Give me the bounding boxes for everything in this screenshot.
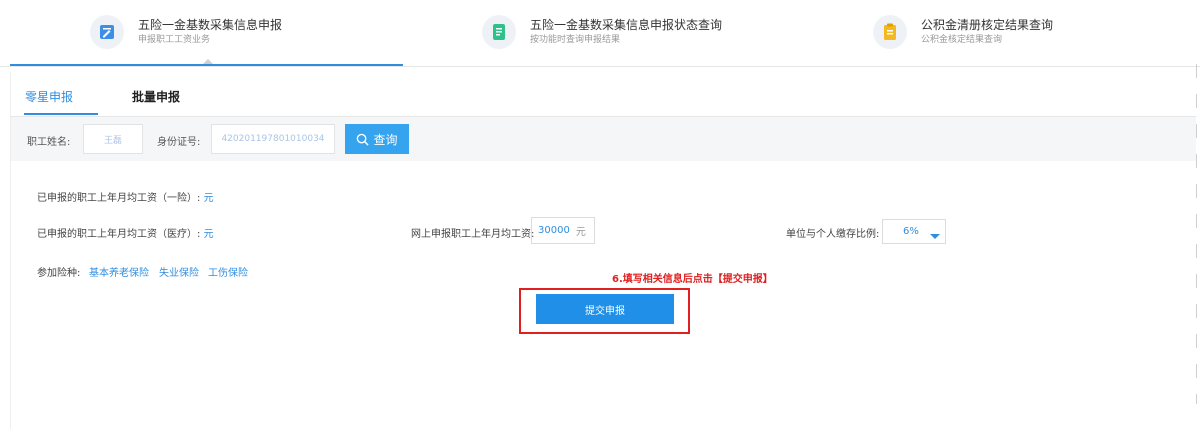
submit-button[interactable]: 提交申报	[536, 294, 674, 324]
insurance-label: 参加险种:	[37, 268, 81, 279]
nav-title: 五险一金基数采集信息申报状态查询	[530, 18, 723, 32]
online-salary-label: 网上申报职工上年月均工资:	[411, 229, 535, 240]
online-salary-value: 30000	[538, 225, 570, 236]
insurance-unemployment[interactable]: 失业保险	[159, 264, 199, 279]
pension-salary-row: 已申报的职工上年月均工资（一险）: 元	[37, 189, 214, 204]
online-salary-input[interactable]: 30000 元	[531, 217, 595, 244]
ratio-select[interactable]: 6%	[882, 219, 946, 244]
note-list-icon	[873, 15, 907, 49]
search-bar: 职工姓名: 王磊 身份证号: 420201197801010034 查询	[11, 117, 1196, 161]
nav-subtitle: 公积金核定结果查询	[921, 35, 1003, 45]
search-icon	[356, 133, 370, 146]
status-document-icon	[482, 15, 516, 49]
tab-single-declaration[interactable]: 零星申报	[25, 88, 73, 105]
medical-salary-row: 已申报的职工上年月均工资（医疗）: 元	[37, 225, 214, 240]
query-button[interactable]: 查询	[345, 124, 409, 154]
tab-active-underline	[24, 113, 98, 115]
instruction-annotation: 6.填写相关信息后点击【提交申报】	[612, 274, 773, 285]
nav-divider	[0, 66, 1200, 67]
online-salary-unit: 元	[575, 227, 586, 238]
employee-name-input[interactable]: 王磊	[83, 124, 143, 154]
employee-name-label: 职工姓名:	[27, 137, 71, 148]
scrollbar-track[interactable]	[1196, 64, 1197, 404]
id-number-label: 身份证号:	[157, 137, 201, 148]
medical-salary-unit: 元	[203, 229, 214, 240]
pension-salary-label: 已申报的职工上年月均工资（一险）:	[37, 193, 201, 204]
edit-document-icon	[90, 15, 124, 49]
nav-item-declaration[interactable]: 五险一金基数采集信息申报 申报职工工资业务	[90, 10, 282, 54]
nav-item-status-query[interactable]: 五险一金基数采集信息申报状态查询 按功能时查询申报结果	[482, 10, 722, 54]
ratio-value: 6%	[903, 226, 919, 237]
id-number-input[interactable]: 420201197801010034	[211, 124, 335, 154]
nav-title: 五险一金基数采集信息申报	[138, 18, 283, 32]
pension-salary-unit: 元	[203, 193, 214, 204]
medical-salary-label: 已申报的职工上年月均工资（医疗）:	[37, 229, 201, 240]
insurance-pension[interactable]: 基本养老保险	[89, 264, 149, 279]
tab-batch-declaration[interactable]: 批量申报	[132, 88, 180, 105]
declaration-tabs: 零星申报 批量申报	[11, 74, 1196, 117]
insurance-injury[interactable]: 工伤保险	[208, 264, 248, 279]
ratio-label: 单位与个人缴存比例:	[786, 229, 880, 240]
query-button-label: 查询	[373, 132, 398, 147]
chevron-down-icon	[930, 234, 940, 239]
nav-subtitle: 按功能时查询申报结果	[530, 35, 621, 45]
nav-subtitle: 申报职工工资业务	[138, 35, 211, 45]
nav-title: 公积金清册核定结果查询	[921, 18, 1054, 32]
nav-item-fund-result[interactable]: 公积金清册核定结果查询 公积金核定结果查询	[873, 10, 1053, 54]
top-navigation: 五险一金基数采集信息申报 申报职工工资业务 五险一金基数采集信息申报状态查询 按…	[0, 0, 1200, 68]
